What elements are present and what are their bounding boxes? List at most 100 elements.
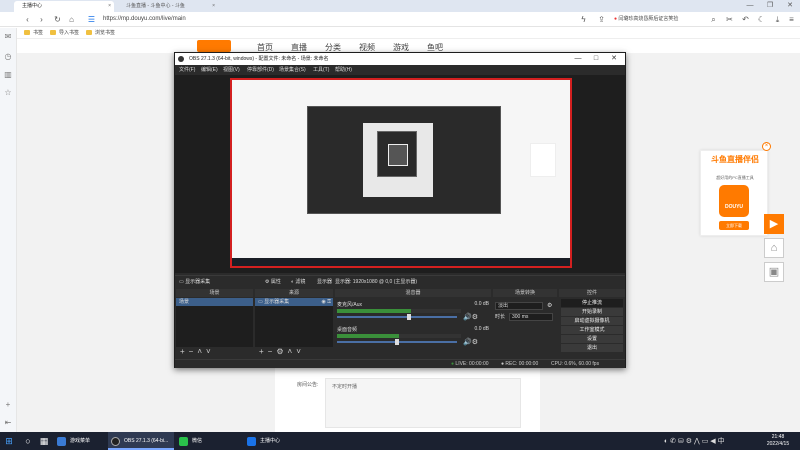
exit-button[interactable]: 退出 — [561, 344, 623, 352]
refresh-icon[interactable]: ↻ — [52, 14, 63, 25]
promo-subtitle: 超好用的PC直播工具 — [716, 175, 754, 180]
tab-douyu-live[interactable]: 斗鱼直播 - 斗鱼中心 - 斗鱼 × — [118, 1, 218, 12]
taskbar-clock[interactable]: 21:48 2022/4/15 — [758, 434, 798, 448]
forward-icon[interactable]: › — [36, 14, 47, 25]
star-icon[interactable]: ☆ — [3, 88, 13, 98]
volume-icon[interactable]: 🔊⚙ — [463, 338, 478, 346]
channel-name: 麦克风/Aux — [337, 302, 363, 308]
list-item[interactable]: 场景 — [176, 298, 253, 306]
minimize-button[interactable]: — — [740, 0, 760, 12]
move-up-icon[interactable]: ˄ — [197, 347, 202, 356]
remove-icon[interactable]: − — [268, 347, 273, 356]
close-icon[interactable]: × — [762, 142, 771, 151]
transition-select[interactable]: 淡出 — [495, 302, 543, 310]
properties-button[interactable]: ⚙ 属性 — [265, 278, 281, 285]
obs-source-toolbar: ▭ 显示器采集 ⚙ 属性 ◐ 滤镜 显示器 显示器: 1920x1080 @ 0… — [175, 275, 625, 287]
live-icon[interactable]: ▶ — [764, 214, 784, 234]
duration-input[interactable]: 300 ms — [509, 313, 553, 321]
nested-preview — [377, 131, 417, 177]
maximize-button[interactable]: □ — [587, 53, 605, 65]
share-icon[interactable]: ⇪ — [596, 14, 607, 25]
mixer-channel: 桌面音频 0.0 dB 🔊⚙ — [337, 326, 489, 348]
bookmark-item[interactable]: 书签 — [24, 27, 43, 39]
taskbar-app-obs[interactable]: OBS 27.1.3 (64-bi... — [108, 432, 174, 450]
close-window-button[interactable]: ✕ — [780, 0, 800, 12]
home-icon[interactable]: ⌂ — [66, 14, 77, 25]
taskbar-app-host-center[interactable]: 主播中心 — [244, 432, 310, 450]
settings-icon[interactable]: ⚙ — [547, 302, 552, 309]
night-icon[interactable]: ☾ — [756, 14, 767, 25]
search-icon[interactable]: ○ — [22, 435, 34, 447]
visibility-icon[interactable]: ◉ ⚿ — [321, 298, 331, 306]
back-icon[interactable]: ‹ — [22, 14, 33, 25]
chat-icon[interactable]: ✉ — [3, 32, 13, 42]
volume-slider[interactable] — [337, 339, 457, 345]
cut-icon[interactable]: ✂ — [724, 14, 735, 25]
add-icon[interactable]: + — [259, 347, 264, 356]
move-down-icon[interactable]: ˅ — [206, 347, 211, 356]
taskbar-app-game-menu[interactable]: 游戏菜单 — [54, 432, 106, 450]
add-icon[interactable]: + — [3, 400, 13, 410]
bookmarks-bar: 书签 导入书签 浏览书签 — [0, 27, 800, 39]
display-select[interactable]: 显示器: 1920x1080 @ 0,0 (主显示器) — [335, 278, 417, 285]
close-icon[interactable]: × — [108, 1, 111, 12]
menu-edit[interactable]: 编辑(E) — [201, 66, 218, 73]
add-icon[interactable]: + — [180, 347, 185, 356]
live-status: ● LIVE: 00:00:00 — [451, 361, 489, 367]
browser-tab-bar: 主播中心 × 斗鱼直播 - 斗鱼中心 - 斗鱼 × — ❐ ✕ — [0, 0, 800, 12]
menu-tools[interactable]: 工具(T) — [313, 66, 329, 73]
taskbar-app-wechat[interactable]: 微信 — [176, 432, 242, 450]
volume-icon[interactable]: 🔊⚙ — [463, 313, 478, 321]
nested-preview — [388, 144, 408, 166]
lock-icon: ☰ — [87, 15, 96, 24]
book-icon[interactable]: ▥ — [3, 70, 13, 80]
app-icon[interactable]: ▣ — [764, 262, 784, 282]
move-down-icon[interactable]: ˅ — [296, 347, 301, 356]
windows-start-icon[interactable]: ⊞ — [3, 435, 15, 447]
undo-icon[interactable]: ↶ — [740, 14, 751, 25]
task-view-icon[interactable]: ▦ — [38, 435, 50, 447]
search-input[interactable]: ● 闫璐珍高烧昏厥后证言笑捡 — [614, 14, 704, 25]
menu-icon[interactable]: ≡ — [786, 14, 797, 25]
studio-mode-button[interactable]: 工作室模式 — [561, 326, 623, 334]
collapse-icon[interactable]: ⇤ — [3, 418, 13, 428]
tab-host-center[interactable]: 主播中心 × — [14, 1, 114, 12]
menu-scene-collection[interactable]: 场景集合(S) — [279, 66, 306, 73]
history-icon[interactable]: ◷ — [3, 52, 13, 62]
filters-button[interactable]: ◐ 滤镜 — [291, 278, 305, 285]
menu-file[interactable]: 文件(F) — [179, 66, 195, 73]
display-label: 显示器 — [317, 279, 333, 285]
menu-view[interactable]: 视图(V) — [223, 66, 240, 73]
settings-icon[interactable]: ⚙ — [276, 347, 283, 356]
url-input[interactable]: https://mp.douyu.com/live/main — [103, 14, 568, 25]
volume-slider[interactable] — [337, 314, 457, 320]
slider-knob[interactable] — [407, 314, 411, 320]
home-icon[interactable]: ⌂ — [764, 238, 784, 258]
bolt-icon[interactable]: ϟ — [578, 14, 589, 25]
obs-status-bar: ● LIVE: 00:00:00 ● REC: 00:00:00 CPU: 0.… — [175, 359, 625, 368]
douyu-logo[interactable] — [197, 40, 231, 52]
settings-button[interactable]: 设置 — [561, 335, 623, 343]
obs-icon — [178, 56, 184, 62]
download-button[interactable]: 立即下载 — [719, 221, 749, 230]
bookmark-item[interactable]: 浏览书签 — [86, 27, 115, 39]
minimize-button[interactable]: — — [569, 53, 587, 65]
close-window-button[interactable]: ✕ — [605, 53, 623, 65]
obs-preview[interactable] — [175, 75, 625, 273]
tray-icons[interactable]: ◐ ✆ ⛁ ⚙ ⋀ ▭ ◀ 中 — [664, 436, 725, 446]
close-icon[interactable]: × — [212, 1, 215, 12]
search-icon[interactable]: ⌕ — [708, 14, 719, 25]
list-item[interactable]: ▭ 显示器采集 ◉ ⚿ — [255, 298, 333, 306]
stop-streaming-button[interactable]: 停止推流 — [561, 299, 623, 307]
bookmark-item[interactable]: 导入书签 — [50, 27, 79, 39]
start-recording-button[interactable]: 开始录制 — [561, 308, 623, 316]
slider-knob[interactable] — [395, 339, 399, 345]
move-up-icon[interactable]: ˄ — [288, 347, 293, 356]
remove-icon[interactable]: − — [189, 347, 194, 356]
virtual-camera-button[interactable]: 启动虚拟摄像机 — [561, 317, 623, 325]
menu-docks[interactable]: 停靠部件(D) — [247, 66, 274, 73]
notice-textarea[interactable]: 不定时开播 — [325, 378, 521, 428]
menu-help[interactable]: 帮助(H) — [335, 66, 352, 73]
maximize-button[interactable]: ❐ — [760, 0, 780, 12]
download-icon[interactable]: ⤓ — [772, 14, 783, 25]
